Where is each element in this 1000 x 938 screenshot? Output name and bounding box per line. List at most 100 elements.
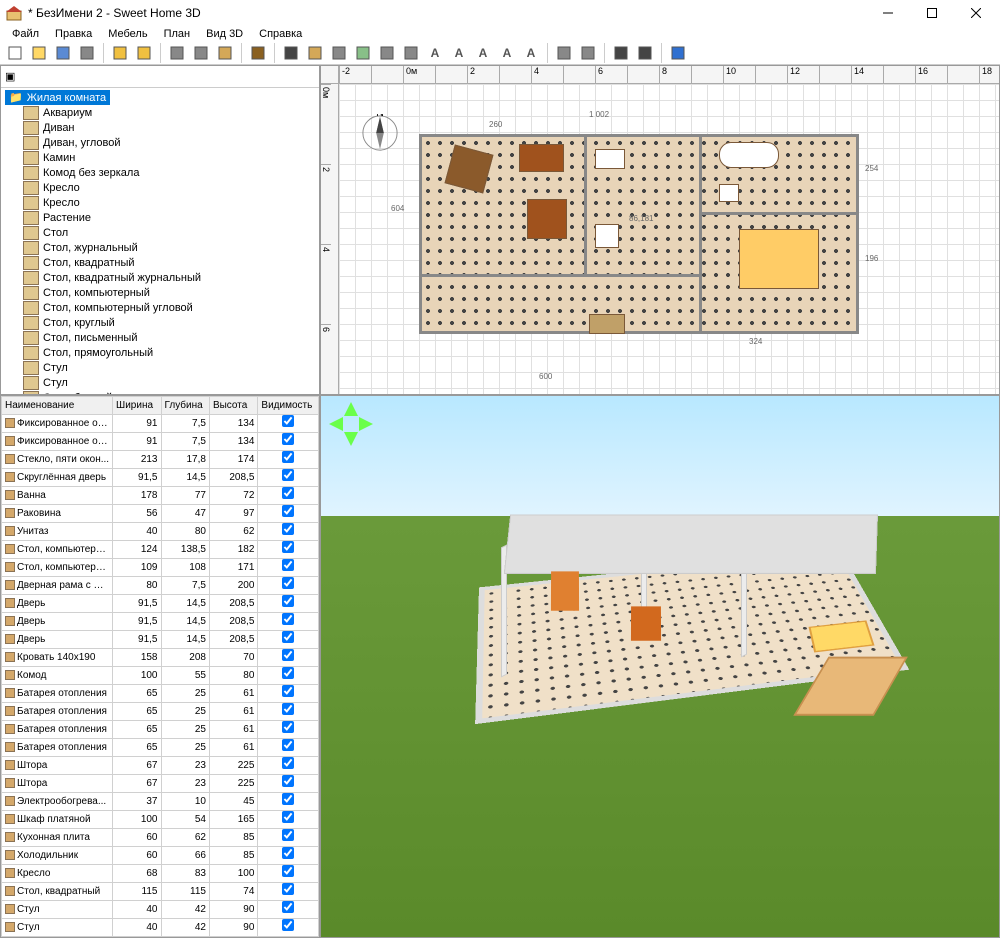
catalog-item[interactable]: Кресло: [23, 180, 315, 195]
visibility-checkbox[interactable]: [282, 451, 294, 463]
text-a1-button[interactable]: A: [448, 42, 470, 64]
catalog-item[interactable]: Стол, квадратный журнальный: [23, 270, 315, 285]
table-row[interactable]: Шкаф платяной10054165: [2, 811, 319, 829]
catalog-item[interactable]: Стол, прямоугольный: [23, 345, 315, 360]
bed-item[interactable]: [739, 229, 819, 289]
floor-plan[interactable]: 1 002 260 604 600 324 196 254 86,181: [419, 134, 859, 374]
table-row[interactable]: Батарея отопления652561: [2, 739, 319, 757]
catalog-item[interactable]: Стол, круглый: [23, 315, 315, 330]
redo-button[interactable]: [133, 42, 155, 64]
photo-button[interactable]: [610, 42, 632, 64]
preferences-button[interactable]: [76, 42, 98, 64]
table-header[interactable]: Видимость: [258, 397, 319, 415]
table-header[interactable]: Глубина: [161, 397, 209, 415]
catalog-tree[interactable]: 📁 Жилая комната АквариумДиванДиван, угло…: [1, 88, 319, 395]
catalog-item[interactable]: Комод без зеркала: [23, 165, 315, 180]
visibility-checkbox[interactable]: [282, 523, 294, 535]
furniture-item[interactable]: [595, 149, 625, 169]
visibility-checkbox[interactable]: [282, 793, 294, 805]
table-row[interactable]: Батарея отопления652561: [2, 685, 319, 703]
visibility-checkbox[interactable]: [282, 757, 294, 769]
close-button[interactable]: [954, 0, 998, 26]
table-row[interactable]: Комод1005580: [2, 667, 319, 685]
bathtub-item[interactable]: [719, 142, 779, 168]
visibility-checkbox[interactable]: [282, 595, 294, 607]
compass-icon[interactable]: N: [361, 114, 399, 152]
catalog-item[interactable]: Аквариум: [23, 105, 315, 120]
wall-interior[interactable]: [699, 134, 702, 334]
save-file-button[interactable]: [52, 42, 74, 64]
text-aa-button[interactable]: A: [496, 42, 518, 64]
table-row[interactable]: Фиксированное окно917,5134: [2, 415, 319, 433]
table-row[interactable]: Скруглённая дверь91,514,5208,5: [2, 469, 319, 487]
furniture-item[interactable]: [595, 224, 619, 248]
table-row[interactable]: Раковина564797: [2, 505, 319, 523]
table-header[interactable]: Наименование: [2, 397, 113, 415]
catalog-item[interactable]: Диван: [23, 120, 315, 135]
table-row[interactable]: Дверь91,514,5208,5: [2, 595, 319, 613]
visibility-checkbox[interactable]: [282, 541, 294, 553]
paste-button[interactable]: [214, 42, 236, 64]
help-button[interactable]: [667, 42, 689, 64]
table-row[interactable]: Стул404290: [2, 901, 319, 919]
nav-right-icon[interactable]: [359, 417, 373, 431]
table-row[interactable]: Кухонная плита606285: [2, 829, 319, 847]
nav-up-icon[interactable]: [344, 402, 358, 416]
furniture-table[interactable]: НаименованиеШиринаГлубинаВысотаВидимость…: [1, 396, 319, 937]
visibility-checkbox[interactable]: [282, 883, 294, 895]
select-button[interactable]: [280, 42, 302, 64]
visibility-checkbox[interactable]: [282, 919, 294, 931]
catalog-item[interactable]: Стол, компьютерный: [23, 285, 315, 300]
catalog-category-selected[interactable]: 📁 Жилая комната: [5, 90, 110, 105]
table-header[interactable]: Высота: [209, 397, 257, 415]
text-a2-button[interactable]: A: [472, 42, 494, 64]
catalog-item[interactable]: Стул: [23, 375, 315, 390]
table-row[interactable]: Штора6723225: [2, 775, 319, 793]
visibility-checkbox[interactable]: [282, 847, 294, 859]
cut-button[interactable]: [166, 42, 188, 64]
catalog-item[interactable]: Камин: [23, 150, 315, 165]
visibility-checkbox[interactable]: [282, 811, 294, 823]
add-furniture-button[interactable]: [247, 42, 269, 64]
table-row[interactable]: Батарея отопления652561: [2, 703, 319, 721]
visibility-checkbox[interactable]: [282, 703, 294, 715]
catalog-item[interactable]: Стол, квадратный: [23, 255, 315, 270]
menu-мебель[interactable]: Мебель: [100, 26, 155, 42]
furniture-item[interactable]: [719, 184, 739, 202]
wall-button[interactable]: [328, 42, 350, 64]
table-row[interactable]: Унитаз408062: [2, 523, 319, 541]
visibility-checkbox[interactable]: [282, 901, 294, 913]
table-row[interactable]: Стол, компьютерн...109108171: [2, 559, 319, 577]
table-row[interactable]: Фиксированное окно917,5134: [2, 433, 319, 451]
wall-interior[interactable]: [584, 134, 587, 274]
wall-interior[interactable]: [699, 212, 859, 215]
table-row[interactable]: Кресло6883100: [2, 865, 319, 883]
visibility-checkbox[interactable]: [282, 505, 294, 517]
dimension-button[interactable]: [400, 42, 422, 64]
catalog-item[interactable]: Кресло: [23, 195, 315, 210]
catalog-item[interactable]: Стол, письменный: [23, 330, 315, 345]
table-row[interactable]: Батарея отопления652561: [2, 721, 319, 739]
table-row[interactable]: Дверная рама с ар...807,5200: [2, 577, 319, 595]
table-row[interactable]: Холодильник606685: [2, 847, 319, 865]
visibility-checkbox[interactable]: [282, 649, 294, 661]
catalog-item[interactable]: Растение: [23, 210, 315, 225]
visibility-checkbox[interactable]: [282, 739, 294, 751]
furniture-item[interactable]: [589, 314, 625, 334]
menu-план[interactable]: План: [156, 26, 199, 42]
text-big-a-button[interactable]: A: [520, 42, 542, 64]
table-row[interactable]: Стекло, пяти окон...21317,8174: [2, 451, 319, 469]
visibility-checkbox[interactable]: [282, 415, 294, 427]
table-row[interactable]: Стол, компьютерн...124138,5182: [2, 541, 319, 559]
table-row[interactable]: Дверь91,514,5208,5: [2, 631, 319, 649]
room-button[interactable]: [352, 42, 374, 64]
pan-button[interactable]: [304, 42, 326, 64]
copy-button[interactable]: [190, 42, 212, 64]
maximize-button[interactable]: [910, 0, 954, 26]
catalog-item[interactable]: Стол: [23, 225, 315, 240]
visibility-checkbox[interactable]: [282, 487, 294, 499]
visibility-checkbox[interactable]: [282, 829, 294, 841]
catalog-item[interactable]: Стол, журнальный: [23, 240, 315, 255]
catalog-item[interactable]: Стул: [23, 360, 315, 375]
zoom-in-button[interactable]: [553, 42, 575, 64]
